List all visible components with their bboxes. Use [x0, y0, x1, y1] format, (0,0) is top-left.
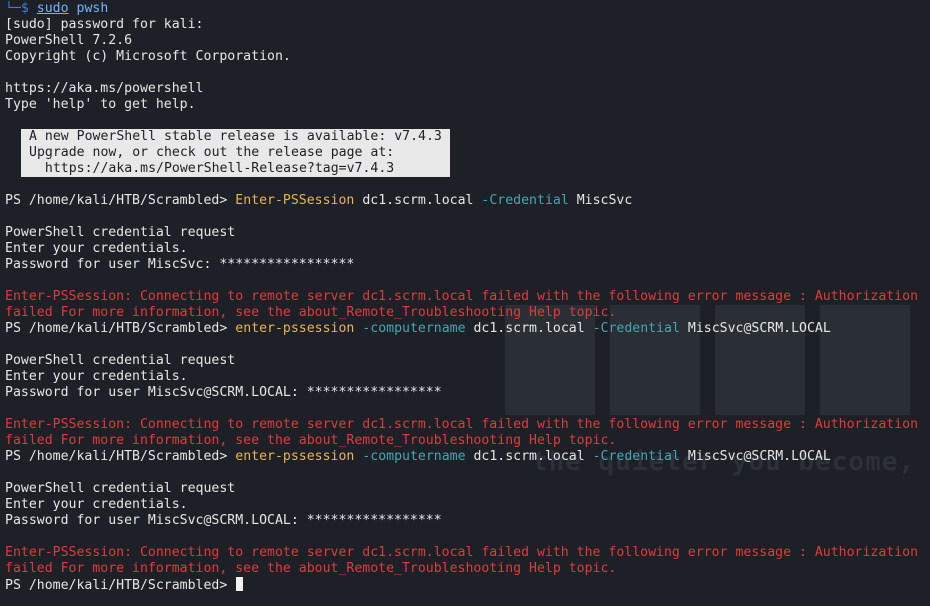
target-host: dc1.scrm.local — [473, 449, 585, 464]
credential-request-title: PowerShell credential request — [5, 225, 236, 240]
credential-instructions: Enter your credentials. — [5, 369, 188, 384]
sudo-password-prompt: [sudo] password for kali: — [5, 17, 204, 32]
computername-parameter: -computername — [362, 449, 466, 464]
ps-command-line: PS /home/kali/HTB/Scrambled> enter-psses… — [5, 321, 930, 337]
pwsh-argument: pwsh — [76, 1, 109, 16]
update-notice-line: A new PowerShell stable release is avail… — [29, 129, 442, 144]
error-message: failed For more information, see the abo… — [5, 433, 617, 448]
ps-command-line: PS /home/kali/HTB/Scrambled> enter-psses… — [5, 449, 930, 465]
prompt-corner: └─ — [5, 1, 21, 16]
password-prompt: Password for user MiscSvc: *************… — [5, 257, 355, 272]
target-host: dc1.scrm.local — [473, 321, 585, 336]
credential-parameter: -Credential — [592, 321, 680, 336]
prompt-dollar: $ — [20, 1, 29, 16]
password-prompt: Password for user MiscSvc@SCRM.LOCAL: **… — [5, 513, 442, 528]
ps-prompt: PS /home/kali/HTB/Scrambled> — [5, 321, 228, 336]
error-message: failed For more information, see the abo… — [5, 305, 617, 320]
help-hint: Type 'help' to get help. — [5, 97, 196, 112]
target-host: dc1.scrm.local — [362, 193, 474, 208]
update-notice: A new PowerShell stable release is avail… — [21, 129, 450, 177]
computername-parameter: -computername — [362, 321, 466, 336]
update-notice-line: Upgrade now, or check out the release pa… — [29, 145, 395, 160]
ps-prompt: PS /home/kali/HTB/Scrambled> — [5, 449, 228, 464]
error-message: Enter-PSSession: Connecting to remote se… — [5, 289, 919, 304]
credential-user: MiscSvc — [576, 193, 633, 208]
error-message: failed For more information, see the abo… — [5, 561, 617, 576]
powershell-url: https://aka.ms/powershell — [5, 81, 204, 96]
copyright-line: Copyright (c) Microsoft Corporation. — [5, 49, 291, 64]
credential-parameter: -Credential — [481, 193, 569, 208]
ps-input-line[interactable]: PS /home/kali/HTB/Scrambled> — [5, 577, 930, 593]
credential-instructions: Enter your credentials. — [5, 241, 188, 256]
sudo-command: sudo — [36, 1, 69, 16]
cmdlet-name: enter-pssession — [235, 321, 355, 336]
credential-user: MiscSvc@SCRM.LOCAL — [687, 321, 831, 336]
terminal-output: └─$ sudo pwsh [sudo] password for kali: … — [5, 1, 930, 593]
error-message: Enter-PSSession: Connecting to remote se… — [5, 545, 919, 560]
credential-request-title: PowerShell credential request — [5, 353, 236, 368]
credential-parameter: -Credential — [592, 449, 680, 464]
credential-request-title: PowerShell credential request — [5, 481, 236, 496]
text-cursor[interactable] — [236, 577, 244, 591]
cmdlet-name: enter-pssession — [235, 449, 355, 464]
update-notice-line: https://aka.ms/PowerShell-Release?tag=v7… — [29, 161, 395, 176]
cmdlet-name: Enter-PSSession — [235, 193, 355, 208]
credential-user: MiscSvc@SCRM.LOCAL — [687, 449, 831, 464]
shell-command-line: └─$ sudo pwsh — [5, 1, 930, 17]
error-message: Enter-PSSession: Connecting to remote se… — [5, 417, 919, 432]
ps-prompt: PS /home/kali/HTB/Scrambled> — [5, 578, 228, 593]
powershell-version: PowerShell 7.2.6 — [5, 33, 133, 48]
ps-prompt: PS /home/kali/HTB/Scrambled> — [5, 193, 228, 208]
ps-command-line: PS /home/kali/HTB/Scrambled> Enter-PSSes… — [5, 193, 930, 209]
terminal-window[interactable]: the quieter you become, t └─$ sudo pwsh … — [0, 0, 930, 606]
credential-instructions: Enter your credentials. — [5, 497, 188, 512]
password-prompt: Password for user MiscSvc@SCRM.LOCAL: **… — [5, 385, 442, 400]
